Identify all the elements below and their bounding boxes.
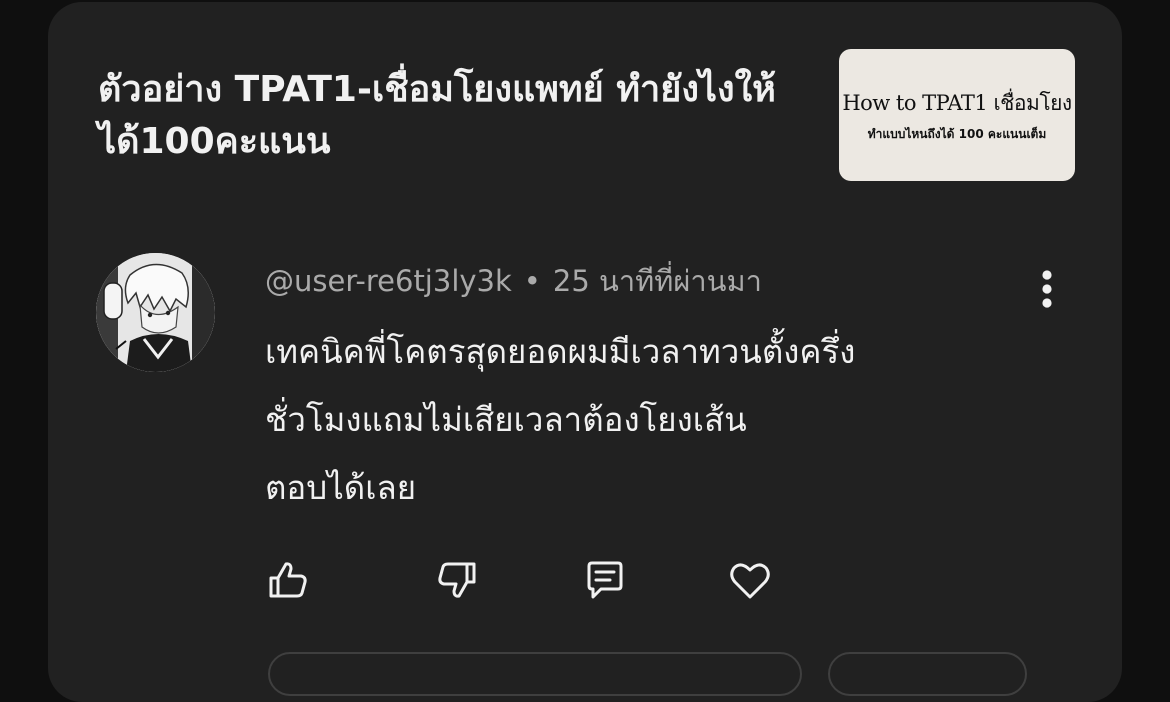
reply-comment-icon [587,561,623,599]
comment-line: เทคนิคพี่โคตรสุดยอดผมมีเวลาทวนตั้งครึ่ง [265,332,856,371]
like-button[interactable] [264,556,312,604]
video-title[interactable]: ตัวอย่าง TPAT1-เชื่อมโยงแพทย์ ทำยังไงให้… [98,64,818,168]
avatar[interactable] [96,253,215,372]
heart-icon [730,563,770,599]
comment-author[interactable]: @user-re6tj3ly3k [265,264,512,298]
more-vertical-icon[interactable] [1028,266,1066,312]
thumbnail-title: How to TPAT1 เชื่อมโยง [842,91,1072,115]
dislike-button[interactable] [433,556,481,604]
reply-button[interactable] [581,556,629,604]
thumbs-up-icon [269,562,307,598]
thumbnail-subtitle: ทำแบบไหนถึงได้ 100 คะแนนเต็ม [867,127,1047,141]
heart-button[interactable] [726,556,774,604]
comment-line: ชั่วโมงแถมไม่เสียเวลาต้องโยงเส้น [265,400,747,439]
comment-line: ตอบได้เลย [265,468,417,507]
anime-avatar-icon [96,253,215,372]
meta-separator: • [523,264,541,298]
comment-meta: @user-re6tj3ly3k • 25 นาทีที่ผ่านมา [265,258,762,304]
comment-timestamp: 25 นาทีที่ผ่านมา [552,264,762,298]
video-thumbnail[interactable]: How to TPAT1 เชื่อมโยง ทำแบบไหนถึงได้ 10… [839,49,1075,181]
comment-body: เทคนิคพี่โคตรสุดยอดผมมีเวลาทวนตั้งครึ่ง … [265,318,1025,522]
thumbs-down-icon [438,562,476,598]
